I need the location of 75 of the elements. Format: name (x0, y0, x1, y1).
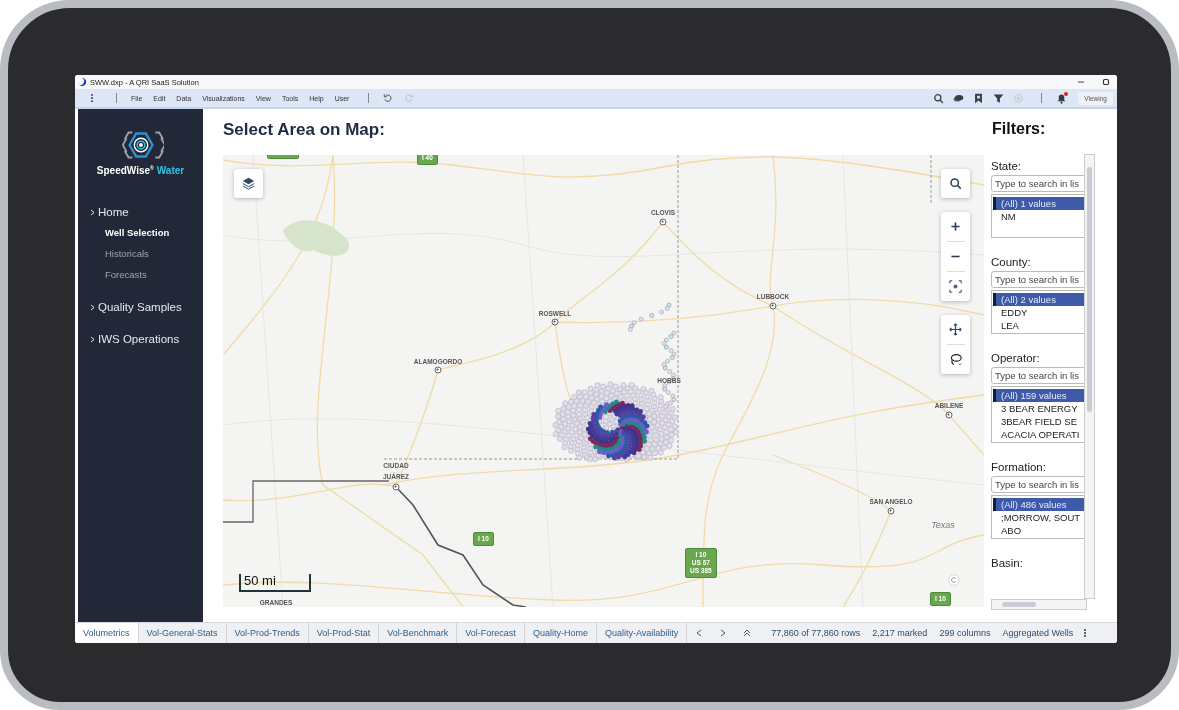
city-marker-icon (551, 318, 559, 326)
bookmark-icon[interactable] (973, 92, 985, 104)
page-tab[interactable]: Quality-Home (524, 623, 597, 643)
undo-icon[interactable] (383, 93, 394, 103)
filter-option[interactable]: (All) 159 values (993, 389, 1084, 402)
filter-label: State: (991, 160, 1023, 172)
chevron-icon (90, 303, 95, 311)
search-icon (949, 177, 962, 190)
status-text: 299 columns (939, 628, 991, 638)
filter-label: Basin: (991, 557, 1024, 569)
bell-icon[interactable] (1056, 92, 1068, 104)
filter-option[interactable]: ACACIA OPERATI (993, 428, 1084, 441)
move-icon (949, 323, 962, 336)
nav-item[interactable]: IWS Operations (78, 329, 186, 350)
filter-label: Formation: (991, 461, 1047, 473)
city-marker-icon (769, 302, 777, 310)
chevron-icon (90, 335, 95, 343)
expand-up-icon[interactable] (743, 629, 752, 637)
brand-name: SpeedWise$^{®}$ (96, 165, 154, 177)
filter-search-field[interactable]: Type to search in lis (991, 175, 1084, 192)
speech-bubble-icon[interactable] (953, 92, 965, 104)
page-tab[interactable]: Quality-Availability (596, 623, 688, 643)
horizontal-scrollbar[interactable] (991, 599, 1087, 610)
chevron-icon (90, 208, 95, 216)
region-label: Texas (931, 520, 955, 530)
filter-option[interactable]: 3 BEAR ENERGY (993, 402, 1084, 415)
filter-search-field[interactable]: Type to search in lis (991, 271, 1084, 288)
status-text: 2,217 marked (872, 628, 928, 638)
page-tab[interactable]: Vol-Prod-Stat (308, 623, 380, 643)
page-tab[interactable]: Vol-General-Stats (138, 623, 227, 643)
page-tab[interactable]: Vol-Benchmark (379, 623, 458, 643)
city-marker-icon (945, 411, 953, 419)
layers-icon (242, 177, 255, 190)
page-tab[interactable]: Vol-Forecast (457, 623, 525, 643)
app-logo-icon (79, 78, 87, 86)
lasso-icon (949, 353, 962, 366)
filters-title: Filters: (991, 119, 1047, 139)
nav-subitem[interactable]: Well Selection (78, 222, 170, 244)
filter-icon[interactable] (993, 92, 1005, 104)
city-marker-icon (434, 366, 442, 374)
filter-option[interactable]: (All) 2 values (993, 293, 1084, 306)
filter-search-field[interactable]: Type to search in lis (991, 476, 1084, 493)
zoom-in-icon (949, 220, 962, 233)
city-marker-icon (392, 483, 400, 491)
filter-option[interactable]: ABO (993, 524, 1084, 537)
status-text: Aggregated Wells (1002, 628, 1074, 638)
status-text: 77,860 of 77,860 rows (771, 628, 861, 638)
page-tab[interactable]: Vol-Prod-Trends (226, 623, 309, 643)
filter-label: Operator: (991, 352, 1041, 364)
nav-item[interactable]: Home (78, 202, 135, 223)
nav-subitem[interactable]: Forecasts (78, 264, 147, 286)
filter-option[interactable]: ;MORROW, SOUT (993, 511, 1084, 524)
next-icon[interactable] (719, 629, 728, 637)
filter-option[interactable]: NM (993, 210, 1084, 223)
city-marker-icon (887, 507, 895, 515)
city-marker-icon (659, 218, 667, 226)
previous-icon[interactable] (695, 629, 704, 637)
restore-icon[interactable] (1101, 77, 1111, 87)
filter-option[interactable]: 3BEAR FIELD SE (993, 415, 1084, 428)
filter-option[interactable]: EDDY (993, 306, 1084, 319)
search-icon[interactable] (933, 92, 945, 104)
filter-search-field[interactable]: Type to search in lis (991, 367, 1084, 384)
filter-option[interactable]: LEA (993, 319, 1084, 332)
filter-option[interactable]: (All) 1 values (993, 197, 1084, 210)
park-area (283, 220, 350, 256)
locate-icon (949, 280, 962, 293)
scale-bar: 50 mi (239, 574, 311, 592)
nav-subitem[interactable]: Historicals (78, 243, 149, 265)
brand-name-accent: Water (156, 165, 185, 177)
page-tab[interactable]: Volumetrics (75, 623, 139, 643)
vertical-scrollbar[interactable] (1084, 154, 1095, 599)
filter-option[interactable]: (All) 486 values (993, 498, 1084, 511)
page-title: Select Area on Map: (223, 119, 386, 141)
filter-label: County: (991, 256, 1032, 268)
nav-item[interactable]: Quality Samples (78, 297, 188, 318)
